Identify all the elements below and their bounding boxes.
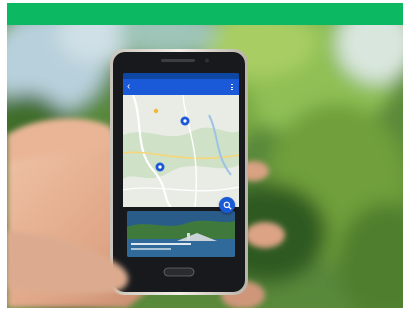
place-subtitle-line (131, 248, 171, 250)
photo-frame: ‹ (7, 3, 403, 308)
search-button[interactable] (219, 197, 235, 213)
back-arrow-icon[interactable]: ‹ (127, 82, 135, 92)
front-camera (205, 58, 209, 63)
earpiece (161, 59, 195, 62)
place-card[interactable] (127, 211, 235, 257)
menu-icon[interactable] (229, 84, 235, 90)
app-bar: ‹ (123, 79, 239, 95)
map-pin-icon (180, 116, 190, 126)
location-marker (153, 108, 159, 114)
home-button (163, 267, 195, 277)
map-pin-icon (155, 162, 165, 172)
place-title-line (131, 243, 191, 245)
top-banner (7, 3, 403, 25)
search-icon (223, 201, 232, 210)
place-photo (127, 211, 235, 257)
phone-screen: ‹ (123, 73, 239, 257)
map-view[interactable] (123, 95, 239, 207)
